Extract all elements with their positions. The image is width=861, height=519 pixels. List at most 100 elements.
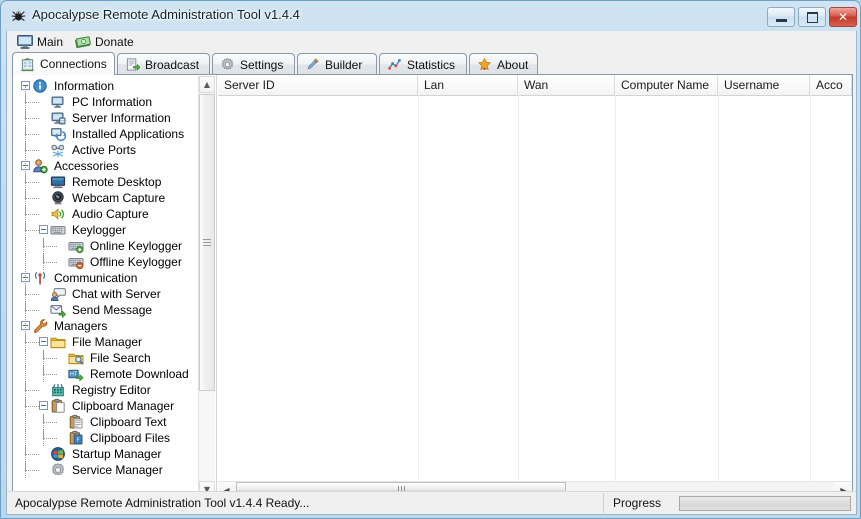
tree-item-remote-download[interactable]: HT Remote Download <box>13 366 199 382</box>
tab-about[interactable]: About <box>469 53 538 75</box>
tree-item-clipboard-files[interactable]: F Clipboard Files <box>13 430 199 446</box>
tree-vertical-scrollbar[interactable]: ▲ ▼ <box>198 76 215 498</box>
column-header-acco[interactable]: Acco <box>810 75 852 95</box>
maximize-icon <box>799 8 825 26</box>
tab-settings[interactable]: Settings <box>212 53 295 75</box>
tree-item-online-keylogger[interactable]: Online Keylogger <box>13 238 199 254</box>
tree-item-registry-editor[interactable]: Registry Editor <box>13 382 199 398</box>
status-bar: Apocalypse Remote Administration Tool v1… <box>7 491 856 514</box>
tree-connector <box>43 414 44 423</box>
tree-item-clipboard-manager[interactable]: Clipboard Manager <box>13 398 199 414</box>
menu-item-donate[interactable]: Donate <box>70 33 139 51</box>
tab-label: Builder <box>325 57 363 72</box>
tree-item-send-message[interactable]: Send Message <box>13 302 199 319</box>
application-window: Apocalypse Remote Administration Tool v1… <box>0 0 861 519</box>
column-header-wan[interactable]: Wan <box>518 75 615 95</box>
tree-item-offline-keylogger[interactable]: Offline Keylogger <box>13 254 199 270</box>
navigation-tree-panel: Information PC Information Server Informat… <box>13 75 217 499</box>
tree-connector <box>43 358 57 359</box>
column-header-username[interactable]: Username <box>718 75 810 95</box>
tree-item-label: Keylogger <box>72 223 127 237</box>
tree-item-label: PC Information <box>72 95 153 109</box>
menu-item-main[interactable]: Main <box>12 33 68 51</box>
tree-item-label: Clipboard Text <box>90 415 167 429</box>
grid-line <box>518 95 519 499</box>
column-header-lan[interactable]: Lan <box>418 75 518 95</box>
column-header-label: Computer Name <box>621 78 710 92</box>
tree-item-communication[interactable]: Communication <box>13 270 199 286</box>
clipboard-icon <box>50 398 66 414</box>
tree-connector <box>25 198 39 199</box>
wrench-icon <box>32 318 48 334</box>
tab-statistics[interactable]: Statistics <box>379 53 467 75</box>
tree-item-service-manager[interactable]: Service Manager <box>13 462 199 478</box>
speaker-icon <box>50 206 66 222</box>
tree-connector <box>43 262 57 263</box>
tab-builder[interactable]: Builder <box>297 53 377 75</box>
tree-scrollbar-thumb[interactable] <box>199 94 215 391</box>
applications-icon <box>50 126 67 142</box>
tree-connector <box>43 366 44 375</box>
webcam-icon <box>50 190 66 206</box>
tab-label: About <box>497 57 529 72</box>
tree-item-label: Communication <box>54 271 138 285</box>
tree-expander-collapse-icon[interactable] <box>39 337 48 346</box>
tree-item-pc-information[interactable]: PC Information <box>13 94 199 110</box>
tree-connector <box>43 238 44 247</box>
title-bar: Apocalypse Remote Administration Tool v1… <box>1 1 861 31</box>
tree-connector <box>25 310 39 311</box>
column-header-label: Server ID <box>224 78 275 92</box>
tree-item-remote-desktop[interactable]: Remote Desktop <box>13 174 199 190</box>
minimize-button[interactable] <box>767 7 795 27</box>
tree-expander-collapse-icon[interactable] <box>39 225 48 234</box>
tree-item-managers[interactable]: Managers <box>13 318 199 334</box>
tree-item-label: Accessories <box>54 159 119 173</box>
tree-connector <box>25 150 39 151</box>
broadcast-icon <box>125 57 141 72</box>
client-area: Main Donate Connections Broadcast Settings… <box>6 31 857 515</box>
close-icon: ✕ <box>837 10 849 24</box>
tab-broadcast[interactable]: Broadcast <box>117 53 210 75</box>
window-title: Apocalypse Remote Administration Tool v1… <box>32 7 300 22</box>
clipboard-text-icon <box>68 414 84 430</box>
chat-icon <box>50 286 66 302</box>
server-rack-icon <box>20 57 35 72</box>
tree-item-active-ports[interactable]: Active Ports <box>13 142 199 158</box>
tree-item-server-information[interactable]: Server Information <box>13 110 199 126</box>
tree-item-chat-with-server[interactable]: Chat with Server <box>13 286 199 302</box>
screwdriver-icon <box>305 57 320 72</box>
startup-icon <box>50 446 66 462</box>
tree-item-clipboard-text[interactable]: Clipboard Text <box>13 414 199 430</box>
column-header-label: Acco <box>816 78 843 92</box>
tree-item-accessories[interactable]: Accessories <box>13 158 199 174</box>
scroll-up-icon[interactable]: ▲ <box>199 76 215 93</box>
clipboard-files-icon: F <box>68 430 84 446</box>
close-button[interactable]: ✕ <box>829 7 857 27</box>
tree-connector <box>25 118 39 119</box>
tree-item-label: Remote Download <box>90 367 189 381</box>
tree-item-audio-capture[interactable]: Audio Capture <box>13 206 199 222</box>
send-mail-icon <box>50 302 67 319</box>
tree-expander-collapse-icon[interactable] <box>39 401 48 410</box>
tree-connector <box>25 134 39 135</box>
tree-item-keylogger[interactable]: Keylogger <box>13 222 199 238</box>
tree-item-file-manager[interactable]: File Manager <box>13 334 199 350</box>
tree-item-webcam-capture[interactable]: Webcam Capture <box>13 190 199 206</box>
menu-item-donate-label: Donate <box>95 35 134 49</box>
tree-item-information[interactable]: Information <box>13 78 199 94</box>
tab-label: Settings <box>240 57 284 72</box>
tree-connector <box>25 102 39 103</box>
tree-item-installed-applications[interactable]: Installed Applications <box>13 126 199 142</box>
tab-connections[interactable]: Connections <box>12 52 115 75</box>
connections-list-panel: Server ID Lan Wan Computer Name Username Acco… <box>218 75 852 499</box>
tab-label: Statistics <box>407 57 456 72</box>
maximize-button[interactable] <box>798 7 826 27</box>
download-icon: HT <box>68 366 84 382</box>
tree-item-startup-manager[interactable]: Startup Manager <box>13 446 199 462</box>
column-header-computer-name[interactable]: Computer Name <box>615 75 718 95</box>
tree-item-label: Active Ports <box>72 143 137 157</box>
monitor-icon <box>17 35 33 49</box>
column-header-server-id[interactable]: Server ID <box>218 75 418 95</box>
tree-connector <box>43 374 57 375</box>
tree-item-file-search[interactable]: File Search <box>13 350 199 366</box>
